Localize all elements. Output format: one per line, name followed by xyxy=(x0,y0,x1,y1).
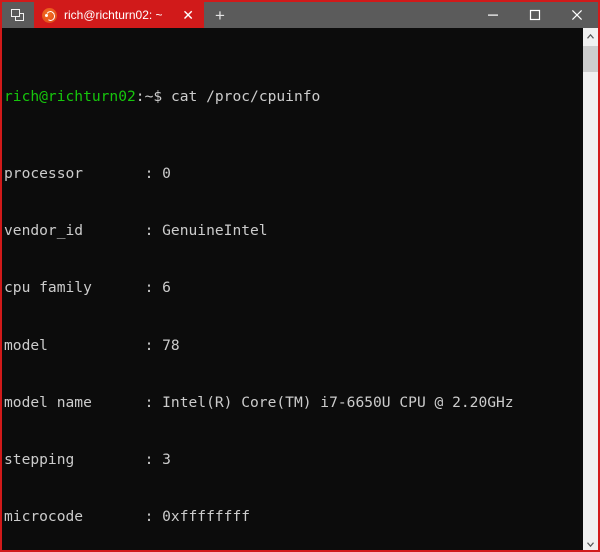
prompt-user-host: rich@richturn02 xyxy=(4,88,136,106)
tab-rich-richturn02[interactable]: rich@richturn02: ~ ✕ xyxy=(34,2,204,28)
output-row: microcode : 0xffffffff xyxy=(4,508,251,526)
tab-title: rich@richturn02: ~ xyxy=(64,8,163,22)
terminal-output: rich@richturn02:~$ cat /proc/cpuinfo pro… xyxy=(4,30,582,550)
output-row: model : 78 xyxy=(4,336,180,354)
prompt-command: cat /proc/cpuinfo xyxy=(170,88,321,106)
tab-strip: rich@richturn02: ~ ✕ + xyxy=(34,2,236,28)
prompt-line: rich@richturn02:~$ cat /proc/cpuinfo xyxy=(4,87,582,106)
chevron-down-icon xyxy=(587,541,594,547)
output-row: vendor_id : GenuineIntel xyxy=(4,221,268,239)
ubuntu-logo-icon xyxy=(42,7,57,23)
scroll-down-button[interactable] xyxy=(583,536,598,550)
close-icon xyxy=(571,9,583,21)
close-button[interactable] xyxy=(556,2,598,28)
maximize-button[interactable] xyxy=(514,2,556,28)
new-tab-button[interactable]: + xyxy=(204,2,236,28)
maximize-icon xyxy=(529,9,541,21)
prompt-command-spacer xyxy=(162,88,171,105)
minimize-button[interactable] xyxy=(472,2,514,28)
terminal-screen[interactable]: rich@richturn02:~$ cat /proc/cpuinfo pro… xyxy=(2,28,582,550)
terminal-window: rich@richturn02: ~ ✕ + rich@richturn02:~… xyxy=(0,0,600,552)
window-controls xyxy=(472,2,598,28)
system-menu-button[interactable] xyxy=(2,2,34,28)
title-bar[interactable]: rich@richturn02: ~ ✕ + xyxy=(2,2,598,28)
scroll-up-button[interactable] xyxy=(583,28,598,44)
vertical-scrollbar[interactable] xyxy=(582,28,598,550)
output-row: model name : Intel(R) Core(TM) i7-6650U … xyxy=(4,393,514,411)
minimize-icon xyxy=(488,14,498,16)
scrollbar-thumb[interactable] xyxy=(583,46,598,72)
chevron-up-icon xyxy=(587,33,594,39)
cascade-windows-icon xyxy=(11,8,25,22)
output-row: cpu family : 6 xyxy=(4,279,171,297)
terminal-body: rich@richturn02:~$ cat /proc/cpuinfo pro… xyxy=(2,28,598,550)
tab-close-icon[interactable]: ✕ xyxy=(172,8,198,22)
titlebar-drag-area[interactable] xyxy=(236,2,472,28)
prompt-separator: :~$ xyxy=(135,88,163,106)
output-row: processor : 0 xyxy=(4,164,171,182)
output-row: stepping : 3 xyxy=(4,451,171,469)
